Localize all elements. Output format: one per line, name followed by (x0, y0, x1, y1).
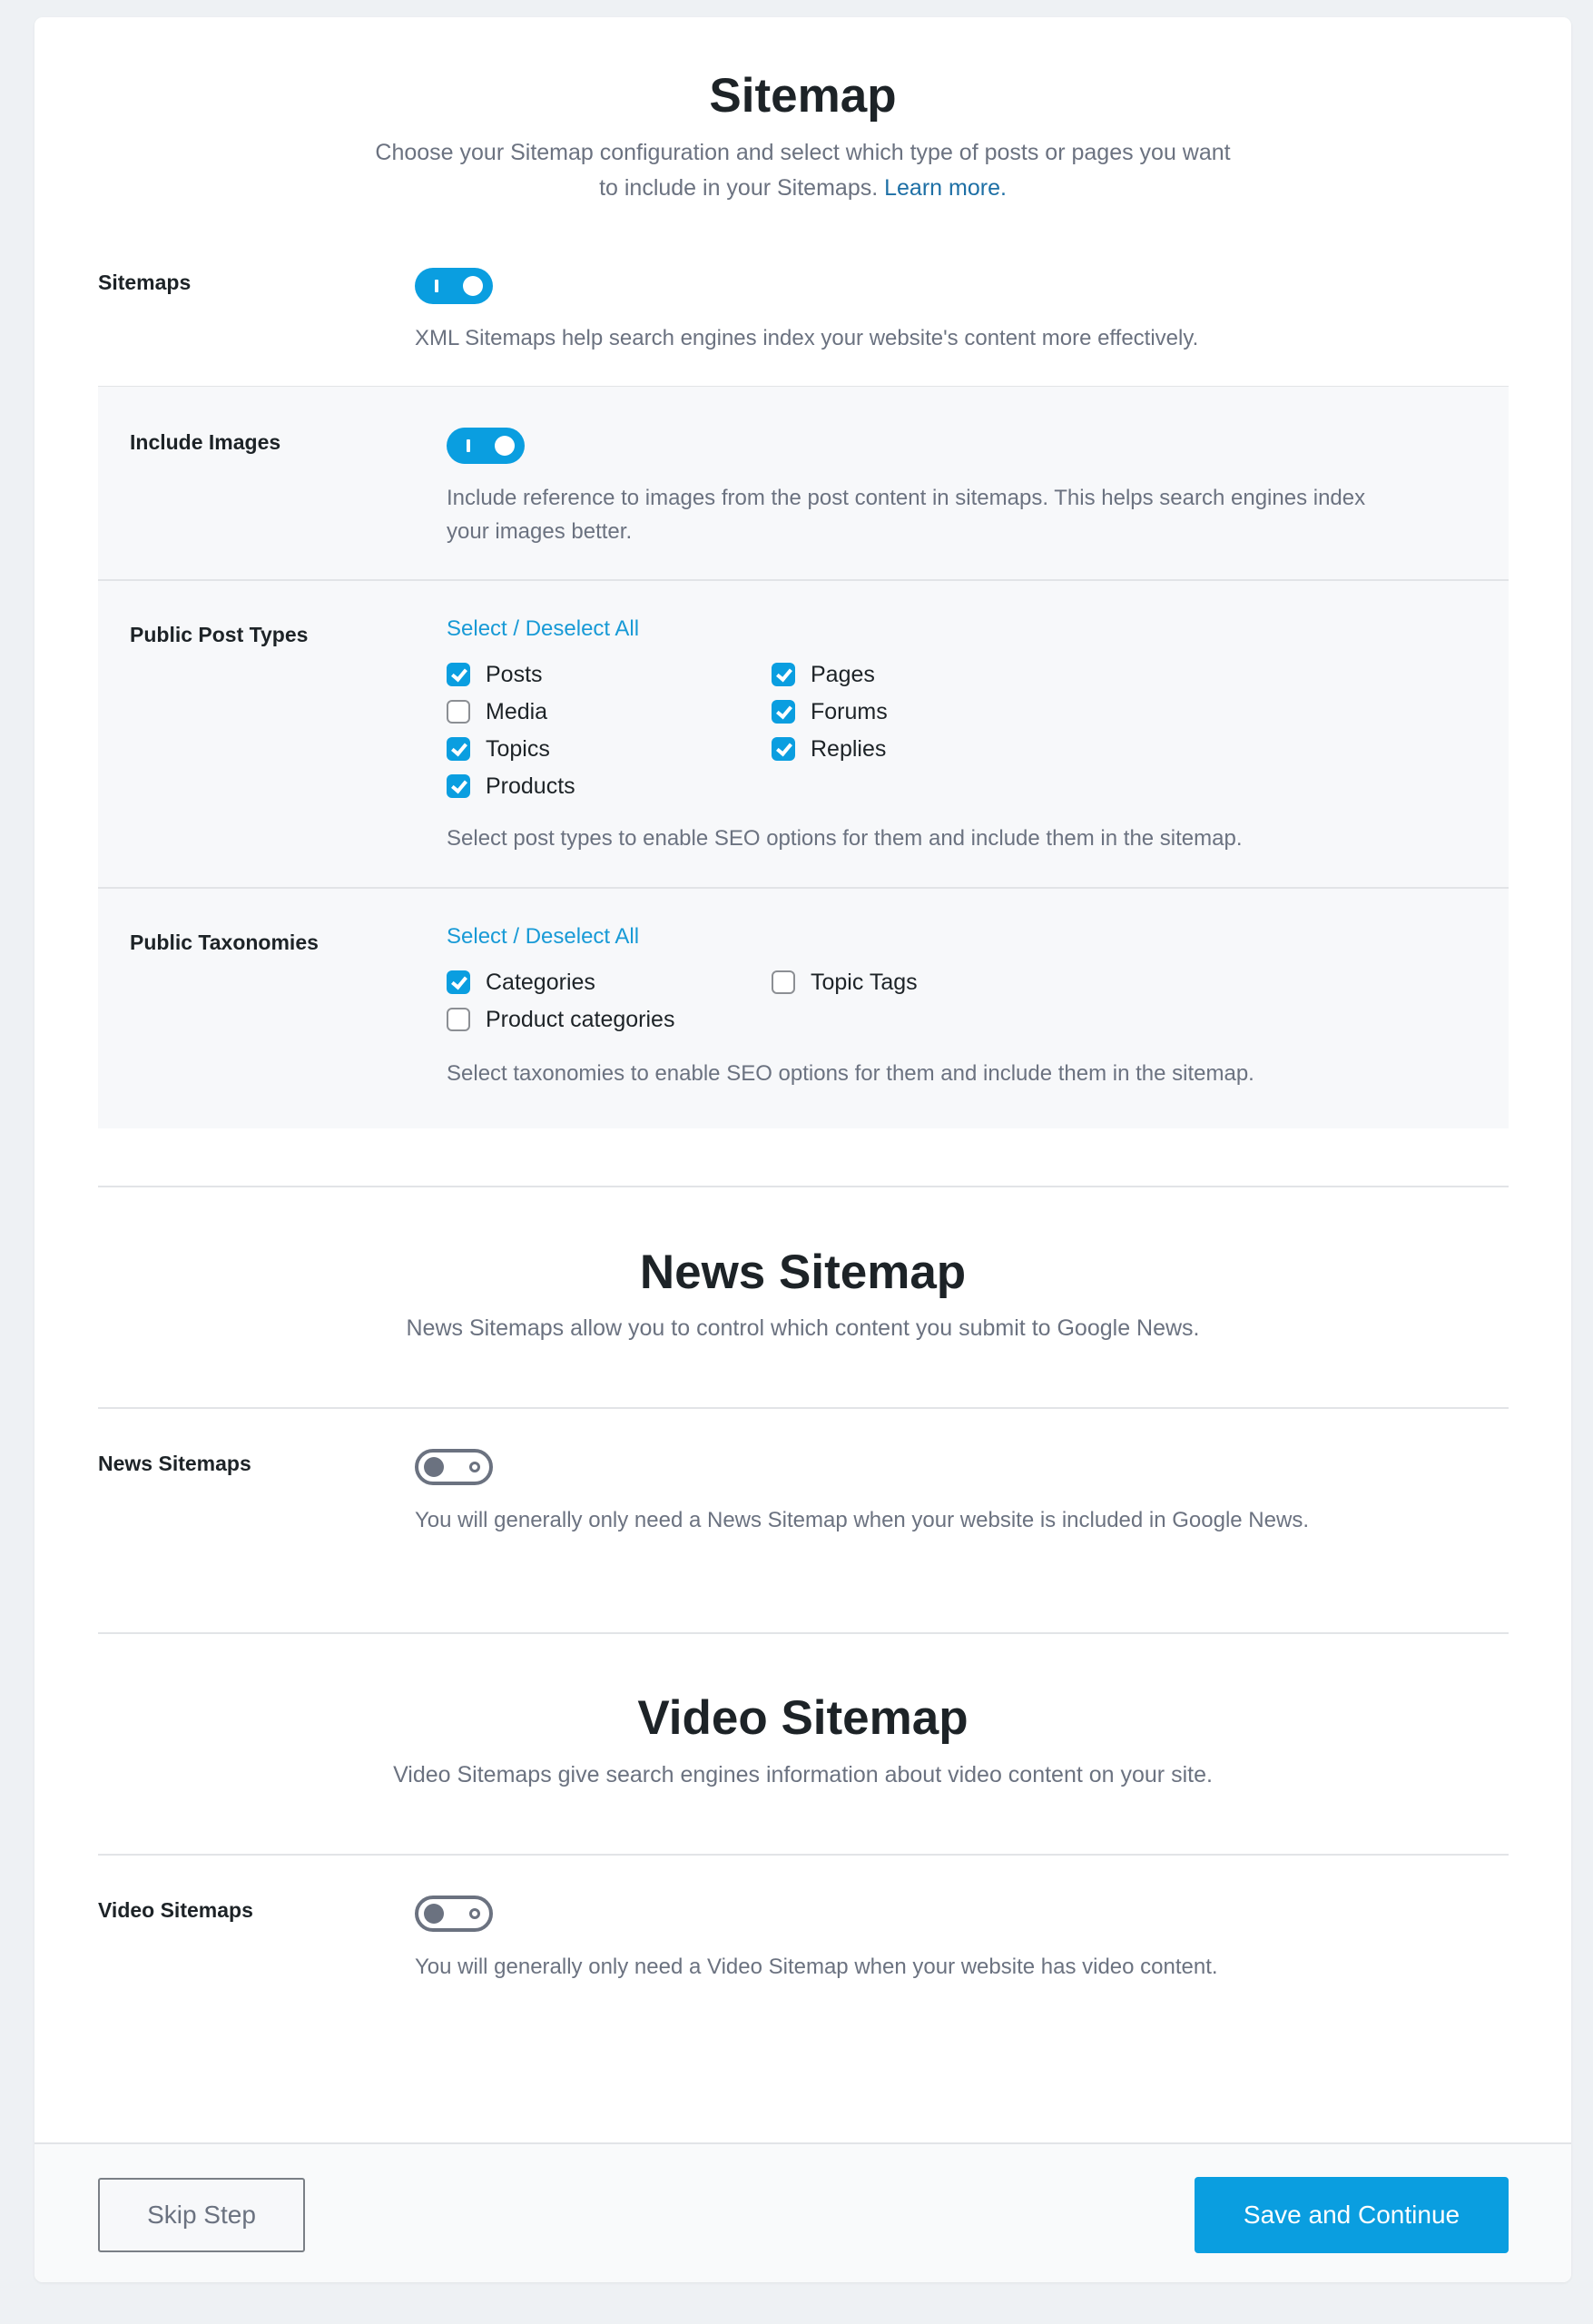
checkbox-label: Topic Tags (811, 969, 918, 995)
toggle-on-indicator-icon (435, 280, 438, 292)
taxonomy-product-categories-checkbox[interactable]: Product categories (447, 1003, 674, 1036)
checkbox-checked-icon (772, 663, 795, 686)
checkbox-label: Products (486, 773, 575, 799)
divider (98, 1632, 1509, 1634)
post-type-replies-checkbox[interactable]: Replies (772, 733, 888, 765)
taxonomies-column-2: Topic Tags (772, 966, 918, 999)
include-images-toggle[interactable] (447, 428, 525, 464)
sitemap-description-line1: Choose your Sitemap configuration and se… (375, 140, 1231, 165)
wizard-footer: Skip Step Save and Continue (34, 2142, 1571, 2282)
post-type-posts-checkbox[interactable]: Posts (447, 658, 575, 691)
sitemaps-toggle[interactable] (415, 268, 493, 304)
toggle-knob (424, 1904, 444, 1924)
checkbox-unchecked-icon (772, 970, 795, 994)
checkbox-checked-icon (447, 737, 470, 761)
sitemaps-label: Sitemaps (98, 271, 192, 294)
news-sitemap-title: News Sitemap (639, 1246, 967, 1299)
checkbox-label: Categories (486, 969, 595, 995)
post-types-label: Public Post Types (130, 623, 309, 646)
learn-more-link[interactable]: Learn more. (884, 175, 1007, 201)
taxonomy-topic-tags-checkbox[interactable]: Topic Tags (772, 966, 918, 999)
checkbox-unchecked-icon (447, 700, 470, 724)
checkbox-label: Topics (486, 735, 550, 762)
include-images-help-line1: Include reference to images from the pos… (447, 486, 1366, 510)
include-images-label: Include Images (130, 430, 281, 454)
checkbox-checked-icon (772, 737, 795, 761)
checkbox-checked-icon (447, 663, 470, 686)
checkbox-checked-icon (447, 774, 470, 798)
checkbox-unchecked-icon (447, 1008, 470, 1031)
checkbox-checked-icon (447, 970, 470, 994)
post-type-media-checkbox[interactable]: Media (447, 695, 575, 728)
news-sitemaps-toggle[interactable] (415, 1449, 493, 1485)
divider (98, 1854, 1509, 1856)
include-images-help: Include reference to images from the pos… (447, 481, 1365, 548)
checkbox-checked-icon (772, 700, 795, 724)
news-sitemap-description: News Sitemaps allow you to control which… (406, 1315, 1200, 1341)
toggle-on-indicator-icon (467, 439, 470, 452)
setup-wizard-card: Sitemap Choose your Sitemap configuratio… (34, 17, 1571, 2282)
post-types-column-2: Pages Forums Replies (772, 658, 888, 765)
checkbox-label: Media (486, 698, 548, 724)
taxonomies-select-all-link[interactable]: Select / Deselect All (447, 924, 639, 950)
post-type-topics-checkbox[interactable]: Topics (447, 733, 575, 765)
divider (98, 887, 1509, 889)
sitemap-title: Sitemap (709, 69, 897, 123)
post-type-pages-checkbox[interactable]: Pages (772, 658, 888, 691)
video-sitemap-description: Video Sitemaps give search engines infor… (393, 1762, 1213, 1787)
taxonomy-categories-checkbox[interactable]: Categories (447, 966, 674, 999)
news-sitemaps-help: You will generally only need a News Site… (415, 1508, 1309, 1532)
sitemap-description: Choose your Sitemap configuration and se… (34, 135, 1571, 206)
video-sitemaps-help: You will generally only need a Video Sit… (415, 1955, 1218, 1979)
divider (98, 579, 1509, 581)
divider (98, 1186, 1509, 1187)
toggle-off-indicator-icon (469, 1462, 480, 1472)
video-sitemaps-toggle[interactable] (415, 1896, 493, 1932)
toggle-knob (495, 436, 515, 456)
toggle-off-indicator-icon (469, 1908, 480, 1919)
divider (98, 1407, 1509, 1409)
checkbox-label: Product categories (486, 1006, 675, 1032)
post-type-forums-checkbox[interactable]: Forums (772, 695, 888, 728)
news-sitemaps-label: News Sitemaps (98, 1452, 251, 1475)
taxonomies-help: Select taxonomies to enable SEO options … (447, 1061, 1254, 1086)
skip-step-button[interactable]: Skip Step (98, 2178, 305, 2252)
post-types-column-1: Posts Media Topics Products (447, 658, 575, 803)
save-and-continue-button[interactable]: Save and Continue (1195, 2177, 1509, 2253)
checkbox-label: Posts (486, 661, 543, 687)
video-sitemap-title: Video Sitemap (637, 1691, 969, 1745)
post-type-products-checkbox[interactable]: Products (447, 770, 575, 803)
toggle-knob (424, 1457, 444, 1477)
checkbox-label: Forums (811, 698, 888, 724)
sitemaps-help: XML Sitemaps help search engines index y… (415, 326, 1199, 350)
video-sitemaps-label: Video Sitemaps (98, 1898, 253, 1922)
post-types-select-all-link[interactable]: Select / Deselect All (447, 616, 639, 642)
checkbox-label: Replies (811, 735, 887, 762)
checkbox-label: Pages (811, 661, 875, 687)
toggle-knob (463, 276, 483, 296)
taxonomies-column-1: Categories Product categories (447, 966, 674, 1036)
sitemap-description-line2: to include in your Sitemaps. (599, 175, 879, 201)
post-types-help: Select post types to enable SEO options … (447, 826, 1243, 851)
taxonomies-label: Public Taxonomies (130, 931, 319, 954)
include-images-help-line2: your images better. (447, 519, 633, 544)
